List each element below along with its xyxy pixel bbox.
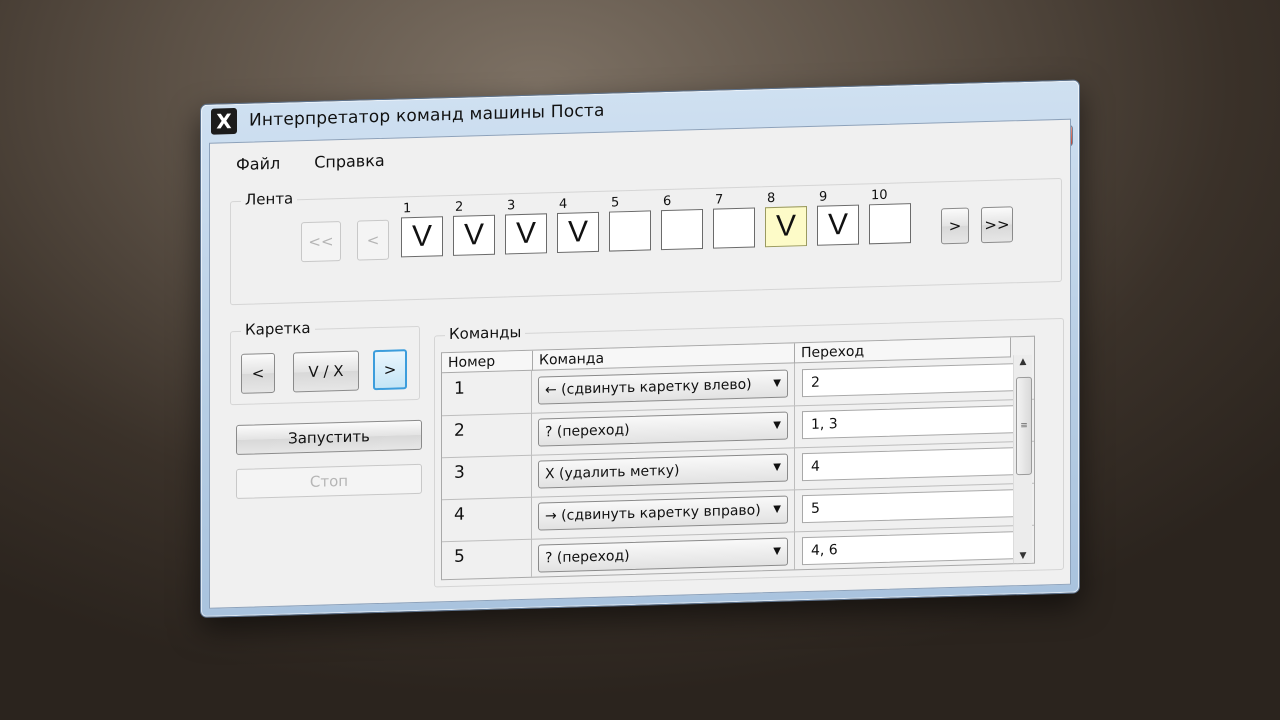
- column-divider: [794, 363, 795, 406]
- tape-cell[interactable]: [869, 203, 911, 245]
- command-select-value: → (сдвинуть каретку вправо): [545, 502, 761, 525]
- command-select[interactable]: ? (переход) ▼: [538, 537, 788, 573]
- command-select-value: X (удалить метку): [545, 462, 680, 483]
- command-select-value: ← (сдвинуть каретку влево): [545, 376, 752, 399]
- run-button[interactable]: Запустить: [236, 419, 422, 455]
- menu-file[interactable]: Файл: [236, 154, 280, 174]
- tape-cell-number: 9: [819, 189, 828, 205]
- tape-cell-number: 1: [403, 201, 412, 217]
- tape-cell-wrapper: 3V: [505, 197, 551, 255]
- tape-cell-number: 4: [559, 196, 568, 212]
- tape-cell[interactable]: V: [817, 204, 859, 246]
- column-divider: [794, 447, 795, 490]
- tape-cell-wrapper: 2V: [453, 199, 499, 256]
- tape-group: Лента << < 1 V 2 V 3 V 4 V 5 6 7 8 V 9 V 10 > >>: [230, 177, 1062, 306]
- chevron-down-icon[interactable]: ▼: [773, 413, 781, 439]
- scroll-down-icon[interactable]: ▼: [1014, 551, 1032, 562]
- goto-field[interactable]: 5: [802, 488, 1030, 524]
- window-title: Интерпретатор команд машины Поста: [249, 100, 605, 131]
- tape-cell-number: 7: [715, 192, 724, 208]
- command-select[interactable]: X (удалить метку) ▼: [538, 453, 788, 489]
- chevron-down-icon[interactable]: ▼: [773, 539, 781, 565]
- carriage-group: Каретка < V / X >: [230, 318, 420, 406]
- tape-last-button[interactable]: >>: [981, 206, 1013, 244]
- tape-cell-number: 6: [663, 193, 672, 210]
- tape-cell-wrapper: 1V: [401, 200, 447, 258]
- tape-cell-caret[interactable]: V: [765, 206, 807, 248]
- tape-cell[interactable]: V: [505, 213, 547, 255]
- tape-cell-number: 2: [455, 199, 464, 215]
- tape-cell[interactable]: V: [557, 211, 599, 254]
- tape-cell-wrapper: 8V: [765, 190, 811, 248]
- tape-cell[interactable]: V: [401, 216, 443, 258]
- tape-cell-wrapper: 7: [713, 191, 759, 249]
- carriage-left-button[interactable]: <: [241, 352, 275, 394]
- vertical-scrollbar[interactable]: ▲ ≡ ▼: [1013, 354, 1032, 566]
- tape-group-title: Лента: [241, 189, 298, 209]
- main-window: X Интерпретатор команд машины Поста ▁ □ …: [200, 79, 1080, 618]
- row-number: 4: [442, 496, 532, 542]
- tape-cell[interactable]: V: [453, 214, 495, 256]
- goto-field[interactable]: 4: [802, 446, 1030, 482]
- column-header-number[interactable]: Номер: [442, 350, 533, 374]
- chevron-down-icon[interactable]: ▼: [773, 497, 781, 523]
- tape-cell[interactable]: [661, 208, 703, 251]
- carriage-toggle-mark-button[interactable]: V / X: [293, 350, 359, 393]
- row-number: 1: [442, 370, 532, 416]
- row-number: 5: [442, 538, 532, 581]
- tape-cell-number: 5: [611, 195, 620, 211]
- client-area: Файл Справка Лента << < 1V2V3V4V5678V9V1…: [209, 118, 1071, 609]
- tape-next-button[interactable]: >: [941, 207, 969, 245]
- column-divider: [794, 531, 795, 574]
- carriage-group-title: Каретка: [241, 318, 315, 339]
- tape-cell-number: 8: [767, 190, 776, 207]
- tape-cell[interactable]: [713, 207, 755, 249]
- tape-cell-wrapper: 9V: [817, 188, 863, 246]
- goto-field[interactable]: 1, 3: [802, 404, 1030, 440]
- tape-cell[interactable]: [609, 210, 651, 252]
- column-divider: [794, 405, 795, 448]
- scroll-thumb[interactable]: ≡: [1016, 376, 1032, 476]
- commands-table: Номер Команда Переход 1 ← (сдвинуть карет…: [441, 335, 1035, 581]
- row-number: 3: [442, 454, 532, 500]
- goto-field[interactable]: 4, 6: [802, 530, 1030, 566]
- carriage-right-button[interactable]: >: [373, 349, 407, 391]
- command-select[interactable]: ← (сдвинуть каретку влево) ▼: [538, 369, 788, 405]
- row-number: 2: [442, 412, 532, 458]
- command-select-value: ? (переход): [545, 547, 630, 567]
- tape-cell-wrapper: 6: [661, 193, 707, 251]
- tape-cell-wrapper: 5: [609, 194, 655, 252]
- tape-cell-number: 10: [871, 187, 888, 204]
- chevron-down-icon[interactable]: ▼: [773, 455, 781, 481]
- column-divider: [794, 489, 795, 532]
- tape-cell-number: 3: [507, 198, 516, 214]
- scroll-up-icon[interactable]: ▲: [1014, 357, 1032, 368]
- commands-group: Команды Номер Команда Переход 1 ← (сдвину…: [434, 317, 1064, 588]
- commands-group-title: Команды: [445, 322, 526, 344]
- stop-button[interactable]: Стоп: [236, 463, 422, 499]
- goto-field[interactable]: 2: [802, 362, 1030, 398]
- menu-help[interactable]: Справка: [314, 151, 385, 172]
- command-select[interactable]: ? (переход) ▼: [538, 411, 788, 447]
- tape-first-button[interactable]: <<: [301, 221, 341, 263]
- app-icon: X: [211, 107, 237, 135]
- tape-prev-button[interactable]: <: [357, 219, 389, 261]
- tape-cell-wrapper: 10: [869, 187, 915, 245]
- chevron-down-icon[interactable]: ▼: [773, 371, 781, 397]
- tape-cell-wrapper: 4V: [557, 196, 603, 254]
- menu-bar: Файл Справка: [236, 151, 385, 174]
- command-select-value: ? (переход): [545, 421, 630, 441]
- command-select[interactable]: → (сдвинуть каретку вправо) ▼: [538, 495, 788, 531]
